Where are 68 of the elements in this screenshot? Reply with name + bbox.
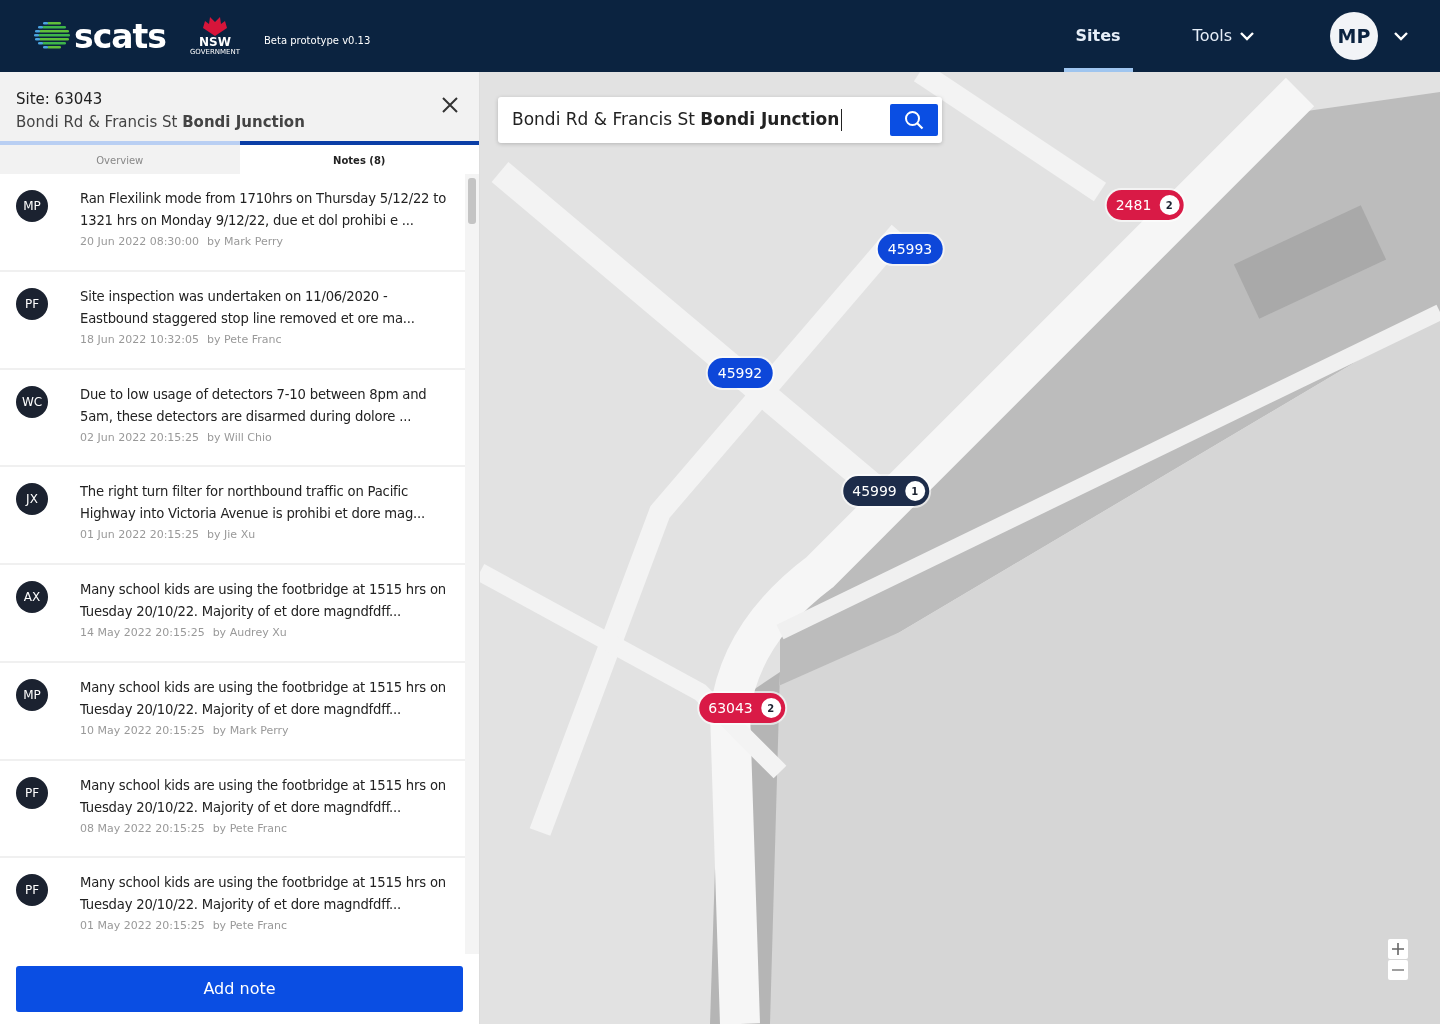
- site-marker[interactable]: 45999 1: [843, 476, 929, 506]
- note-author: by Mark Perry: [212, 722, 289, 739]
- user-avatar[interactable]: MP: [1330, 12, 1378, 60]
- user-avatar: WC: [16, 385, 48, 418]
- note-text: Site inspection was undertaken on 11/06/2020 - Eastbound staggered stop line removed et ore ma...: [80, 287, 416, 328]
- user-avatar: PF: [16, 874, 48, 907]
- brand-logo: scats: [74, 19, 166, 53]
- note-date: 01 May 2022 20:15:25: [80, 918, 205, 935]
- gov-logo-text: NSW: [199, 36, 231, 48]
- note-date: 02 Jun 2022 20:15:25: [80, 429, 200, 446]
- note-item[interactable]: PF Many school kids are using the footbridge at 1515 hrs on Tuesday 20/10/22. Majority of et dore magndfdff... 01 May 2022 20:15:25 by Pete Franc: [0, 858, 465, 954]
- note-text: Many school kids are using the footbridge at 1515 hrs on Tuesday 20/10/22. Majority of et dore magndfdff...: [80, 874, 447, 915]
- version-label: Beta prototype v0.13: [264, 33, 371, 48]
- note-item[interactable]: JX The right turn filter for northbound traffic on Pacific Highway into Victoria Avenue is prohibi et dore mag... 01 Jun 2022 20:15:25 by Jie Xu: [0, 467, 465, 563]
- logo-icon: [32, 22, 70, 50]
- user-avatar: PF: [16, 287, 48, 320]
- note-text: Many school kids are using the footbridge at 1515 hrs on Tuesday 20/10/22. Majority of et dore magndfdff...: [80, 581, 447, 621]
- user-avatar: MP: [16, 190, 48, 222]
- search-button[interactable]: [890, 104, 938, 136]
- note-author: by Mark Perry: [207, 234, 284, 250]
- note-date: 10 May 2022 20:15:25: [80, 722, 205, 739]
- note-item[interactable]: PF Site inspection was undertaken on 11/06/2020 - Eastbound staggered stop line removed et ore ma... 18 Jun 2022 10:32:05 by Pete Franc: [0, 271, 465, 368]
- note-author: by Will Chio: [207, 429, 272, 446]
- note-text: Ran Flexilink mode from 1710hrs on Thursday 5/12/22 to 1321 hrs on Monday 9/12/22, due et dol prohibi e ...: [80, 190, 448, 230]
- site-marker[interactable]: 45993: [877, 234, 943, 264]
- search-icon: [904, 110, 924, 130]
- note-date: 14 May 2022 20:15:25: [80, 625, 205, 641]
- site-address: Bondi Rd & Francis St Bondi Junction: [16, 111, 305, 133]
- user-avatar: AX: [16, 581, 48, 613]
- note-author: by Audrey Xu: [212, 625, 287, 641]
- scrollbar[interactable]: [465, 174, 479, 954]
- site-marker[interactable]: 2481 2: [1106, 190, 1184, 220]
- site-label: Site: 63043: [16, 89, 104, 110]
- chevron-down-icon: [1394, 31, 1408, 41]
- chevron-down-icon: [1240, 32, 1254, 41]
- note-count: 2: [760, 698, 781, 718]
- note-item[interactable]: AX Many school kids are using the footbridge at 1515 hrs on Tuesday 20/10/22. Majority of et dore magndfdff... 14 May 2022 20:15:25 by Audrey Xu: [0, 565, 465, 661]
- add-note-button[interactable]: Add note: [16, 966, 463, 1012]
- note-author: by Jie Xu: [207, 527, 256, 544]
- note-text: The right turn filter for northbound traffic on Pacific Highway into Victoria Avenue is prohibi et dore mag...: [80, 483, 427, 524]
- note-author: by Pete Franc: [207, 331, 282, 348]
- note-date: 01 Jun 2022 20:15:25: [80, 527, 200, 544]
- nav-link[interactable]: Tools: [1180, 0, 1266, 72]
- minus-icon: [1392, 969, 1404, 971]
- note-date: 20 Jun 2022 08:30:00: [80, 234, 200, 250]
- user-avatar: JX: [16, 483, 48, 516]
- note-author: by Pete Franc: [212, 820, 288, 837]
- note-text: Due to low usage of detectors 7-10 between 8pm and 5am, these detectors are disarmed during dolore ...: [80, 385, 428, 426]
- zoom-in-button[interactable]: [1388, 939, 1408, 959]
- plus-icon: [1392, 943, 1404, 955]
- note-count: 2: [1159, 195, 1180, 215]
- close-icon: [441, 95, 459, 114]
- note-item[interactable]: WC Due to low usage of detectors 7-10 between 8pm and 5am, these detectors are disarmed during dolore ... 02 Jun 2022 20:15:25 by Will Chio: [0, 369, 465, 466]
- search-field[interactable]: Bondi Rd & Francis St Bondi Junction: [498, 97, 942, 143]
- site-marker[interactable]: 45992: [707, 358, 773, 388]
- note-count: 1: [904, 481, 925, 501]
- note-text: Many school kids are using the footbridge at 1515 hrs on Tuesday 20/10/22. Majority of et dore magndfdff...: [80, 678, 447, 719]
- note-item[interactable]: MP Many school kids are using the footbridge at 1515 hrs on Tuesday 20/10/22. Majority of et dore magndfdff... 10 May 2022 20:15:25 by Mark Perry: [0, 662, 465, 759]
- user-avatar: MP: [16, 678, 48, 711]
- zoom-out-button[interactable]: [1388, 960, 1408, 980]
- note-author: by Pete Franc: [212, 918, 288, 935]
- note-date: 08 May 2022 20:15:25: [80, 820, 205, 837]
- note-text: Many school kids are using the footbridge at 1515 hrs on Tuesday 20/10/22. Majority of et dore magndfdff...: [80, 776, 447, 817]
- note-item[interactable]: MP Ran Flexilink mode from 1710hrs on Thursday 5/12/22 to 1321 hrs on Monday 9/12/22, due et dol prohibi e ... 20 Jun 2022 08:30:00 by Mark Perry: [0, 174, 465, 270]
- note-item[interactable]: PF Many school kids are using the footbridge at 1515 hrs on Tuesday 20/10/22. Majority of et dore magndfdff... 08 May 2022 20:15:25 by Pete Franc: [0, 760, 465, 857]
- note-date: 18 Jun 2022 10:32:05: [80, 331, 200, 348]
- site-marker[interactable]: 63043 2: [699, 693, 785, 723]
- user-avatar: PF: [16, 776, 48, 809]
